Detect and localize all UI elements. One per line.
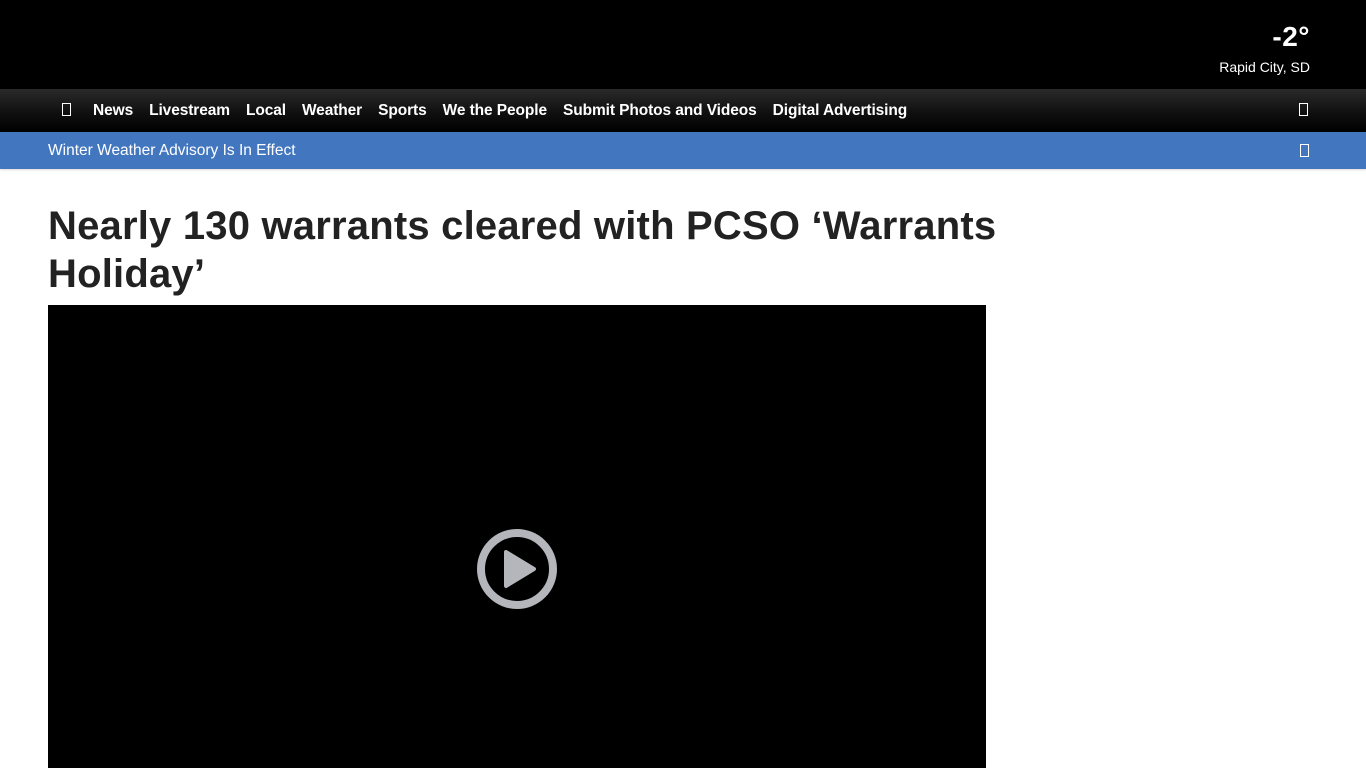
weather-alert-banner: Winter Weather Advisory Is In Effect — [0, 132, 1366, 169]
nav-item-submit-photos-videos[interactable]: Submit Photos and Videos — [555, 102, 765, 120]
nav-item-we-the-people[interactable]: We the People — [435, 102, 555, 120]
nav-item-digital-advertising[interactable]: Digital Advertising — [765, 102, 915, 120]
nav-item-livestream[interactable]: Livestream — [141, 102, 238, 120]
video-player[interactable] — [48, 305, 986, 768]
nav-links: News Livestream Local Weather Sports We … — [85, 89, 915, 132]
weather-temperature[interactable]: -2° — [1219, 20, 1310, 54]
weather-location[interactable]: Rapid City, SD — [1219, 58, 1310, 76]
weather-widget[interactable]: -2° Rapid City, SD — [1219, 20, 1310, 76]
close-icon[interactable] — [1300, 144, 1309, 157]
top-header: -2° Rapid City, SD — [0, 0, 1366, 89]
nav-item-weather[interactable]: Weather — [294, 102, 370, 120]
nav-item-news[interactable]: News — [85, 102, 141, 120]
article-headline: Nearly 130 warrants cleared with PCSO ‘W… — [48, 204, 997, 296]
main-navigation: News Livestream Local Weather Sports We … — [0, 89, 1366, 132]
search-icon[interactable] — [1299, 103, 1308, 116]
nav-item-sports[interactable]: Sports — [370, 102, 435, 120]
weather-alert-link[interactable]: Winter Weather Advisory Is In Effect — [48, 141, 296, 160]
play-icon[interactable] — [476, 528, 558, 610]
nav-item-local[interactable]: Local — [238, 102, 294, 120]
hamburger-menu-icon[interactable] — [62, 103, 71, 116]
